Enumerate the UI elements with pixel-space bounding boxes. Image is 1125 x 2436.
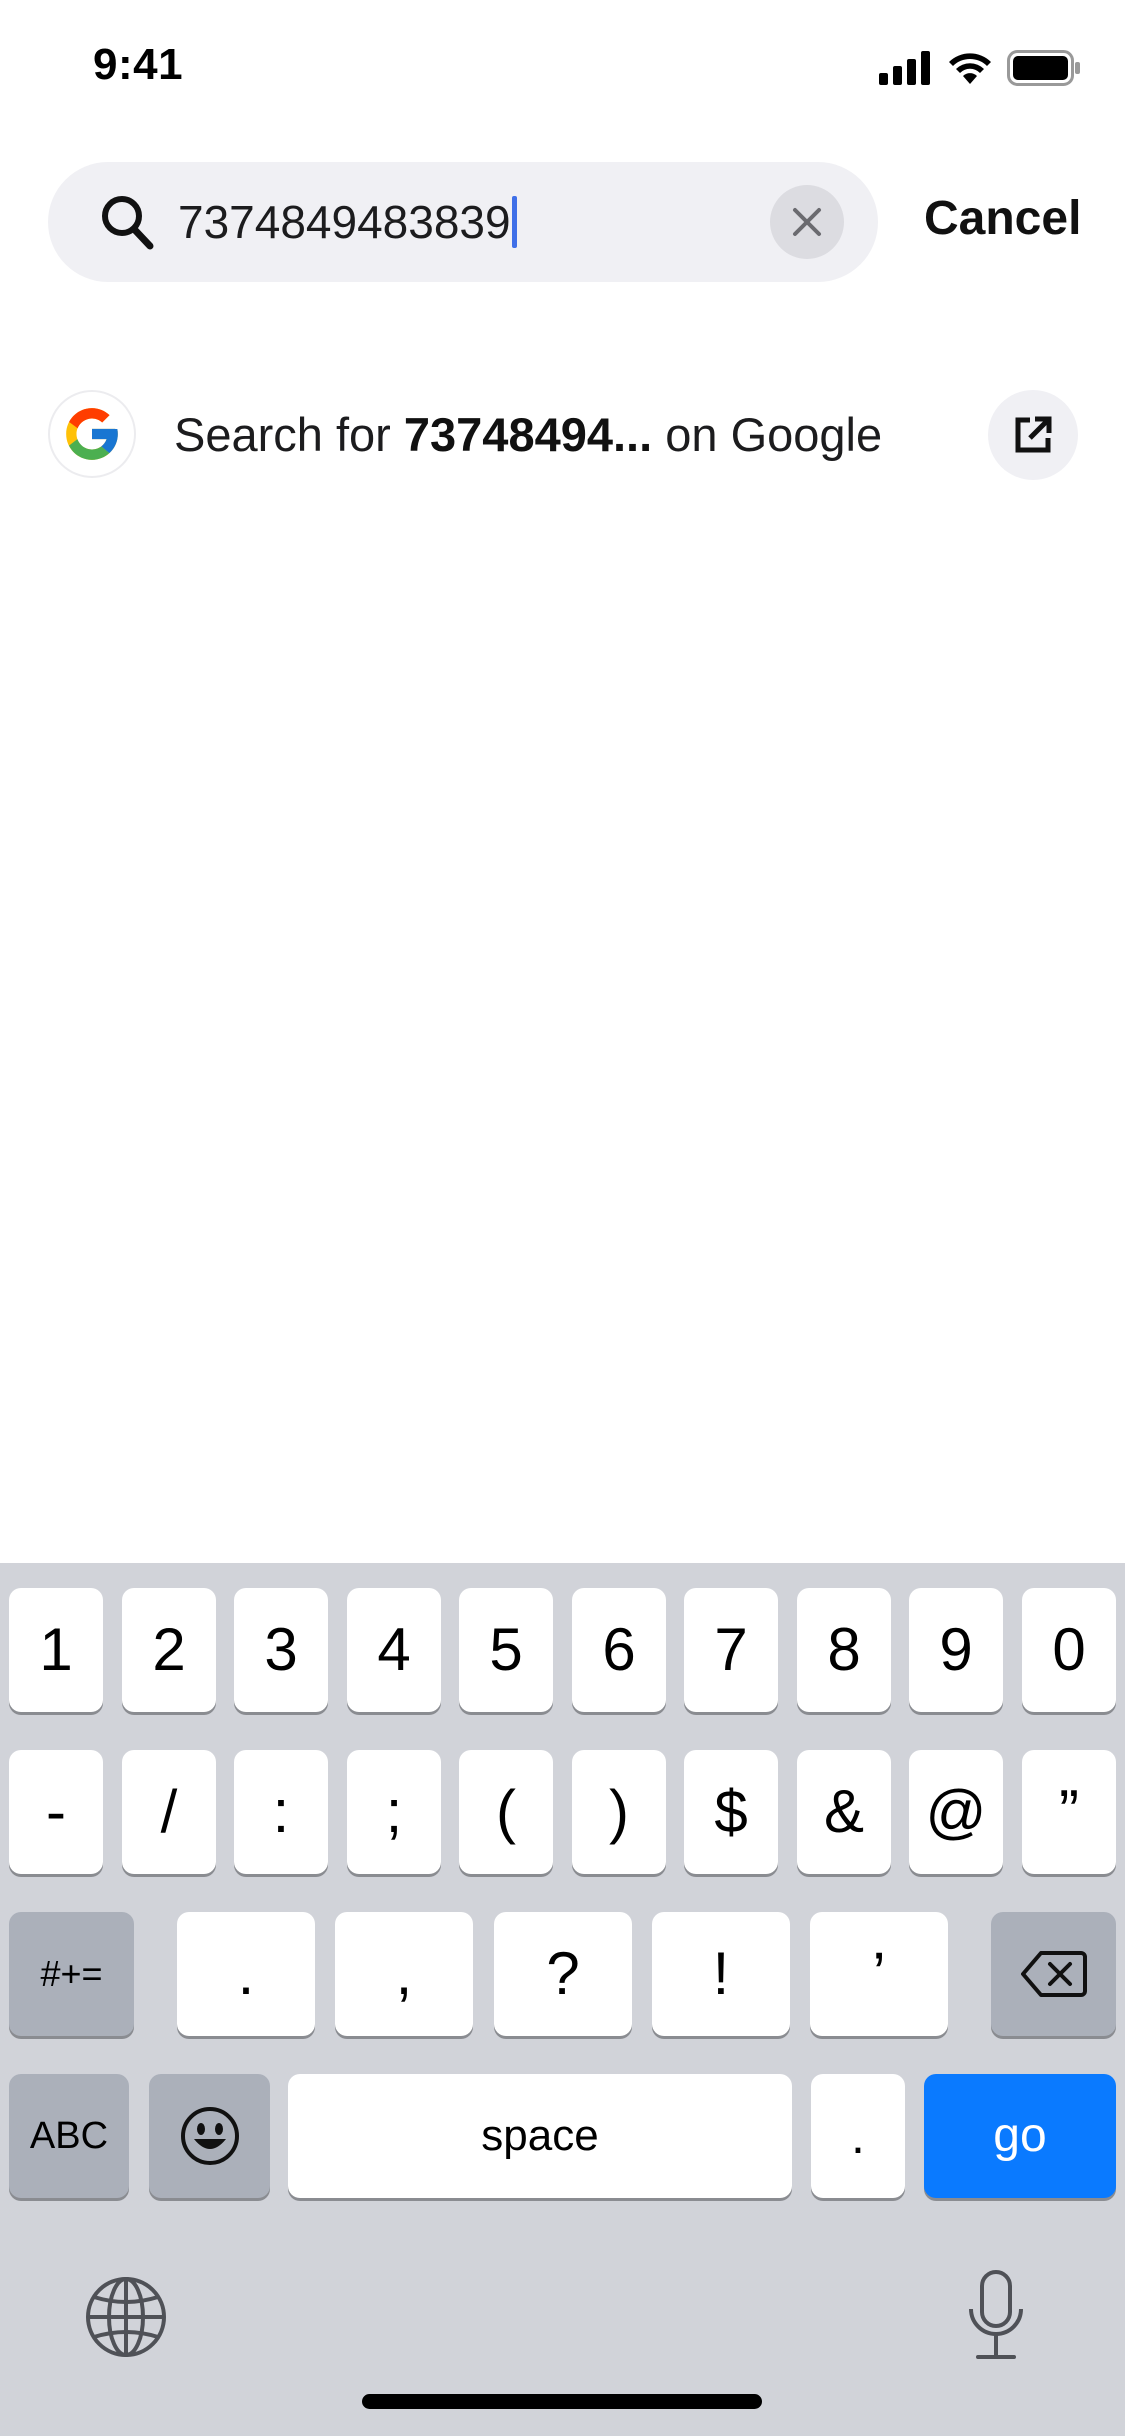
key-3[interactable]: 3: [234, 1588, 328, 1712]
key-8[interactable]: 8: [797, 1588, 891, 1712]
key-7[interactable]: 7: [684, 1588, 778, 1712]
key-ampersand[interactable]: &: [797, 1750, 891, 1874]
key-slash[interactable]: /: [122, 1750, 216, 1874]
key-1[interactable]: 1: [9, 1588, 103, 1712]
search-icon: [100, 194, 154, 250]
space-key[interactable]: space: [288, 2074, 792, 2198]
emoji-icon: [180, 2107, 239, 2165]
suggestion-prefix: Search for: [174, 408, 404, 461]
status-time: 9:41: [93, 40, 184, 89]
dictation-key[interactable]: [966, 2269, 1026, 2361]
globe-icon: [86, 2277, 166, 2357]
abc-key[interactable]: ABC: [9, 2074, 129, 2198]
key-apostrophe[interactable]: ’: [810, 1912, 948, 2036]
key-0[interactable]: 0: [1022, 1588, 1116, 1712]
search-input[interactable]: 7374849483839: [178, 193, 517, 251]
go-key[interactable]: go: [924, 2074, 1116, 2198]
status-icons: [879, 50, 1081, 86]
key-period[interactable]: .: [177, 1912, 315, 2036]
key-question[interactable]: ?: [494, 1912, 632, 2036]
key-colon[interactable]: :: [234, 1750, 328, 1874]
emoji-key[interactable]: [149, 2074, 270, 2198]
text-caret: [511, 196, 517, 248]
key-5[interactable]: 5: [459, 1588, 553, 1712]
suggestion-text: Search for 73748494... on Google: [174, 404, 882, 466]
battery-icon: [1007, 50, 1080, 86]
microphone-icon: [969, 2270, 1023, 2359]
key-4[interactable]: 4: [347, 1588, 441, 1712]
key-9[interactable]: 9: [909, 1588, 1003, 1712]
key-exclamation[interactable]: !: [652, 1912, 790, 2036]
backspace-icon: [1020, 1951, 1087, 1997]
key-open-paren[interactable]: (: [459, 1750, 553, 1874]
symbols-key[interactable]: #+=: [9, 1912, 134, 2036]
open-external-button[interactable]: [988, 390, 1078, 480]
key-dollar[interactable]: $: [684, 1750, 778, 1874]
home-indicator: [362, 2394, 762, 2409]
delete-key[interactable]: [991, 1912, 1116, 2036]
key-quote[interactable]: ”: [1022, 1750, 1116, 1874]
wifi-icon: [949, 53, 991, 84]
clear-search-button[interactable]: [770, 185, 844, 259]
numeric-keyboard: 1 2 3 4 5 6 7 8 9 0 - / : ; ( ) $ & @ ” …: [0, 1563, 1125, 2436]
key-comma[interactable]: ,: [335, 1912, 473, 2036]
cellular-signal-icon: [879, 51, 930, 85]
clear-icon: [793, 208, 821, 236]
period-key[interactable]: .: [811, 2074, 905, 2198]
globe-key[interactable]: [84, 2275, 168, 2359]
suggestion-query: 73748494...: [403, 408, 653, 461]
key-semicolon[interactable]: ;: [347, 1750, 441, 1874]
google-logo-icon: [48, 390, 136, 478]
suggestion-suffix: on Google: [652, 408, 883, 461]
key-close-paren[interactable]: ): [572, 1750, 666, 1874]
key-2[interactable]: 2: [122, 1588, 216, 1712]
key-hyphen[interactable]: -: [9, 1750, 103, 1874]
cancel-button[interactable]: Cancel: [924, 188, 1081, 250]
google-search-suggestion[interactable]: Search for 73748494... on Google: [48, 390, 1078, 482]
key-6[interactable]: 6: [572, 1588, 666, 1712]
search-field[interactable]: 7374849483839: [48, 162, 878, 282]
open-external-icon: [1015, 416, 1052, 453]
key-at[interactable]: @: [909, 1750, 1003, 1874]
search-input-value: 7374849483839: [178, 196, 511, 248]
